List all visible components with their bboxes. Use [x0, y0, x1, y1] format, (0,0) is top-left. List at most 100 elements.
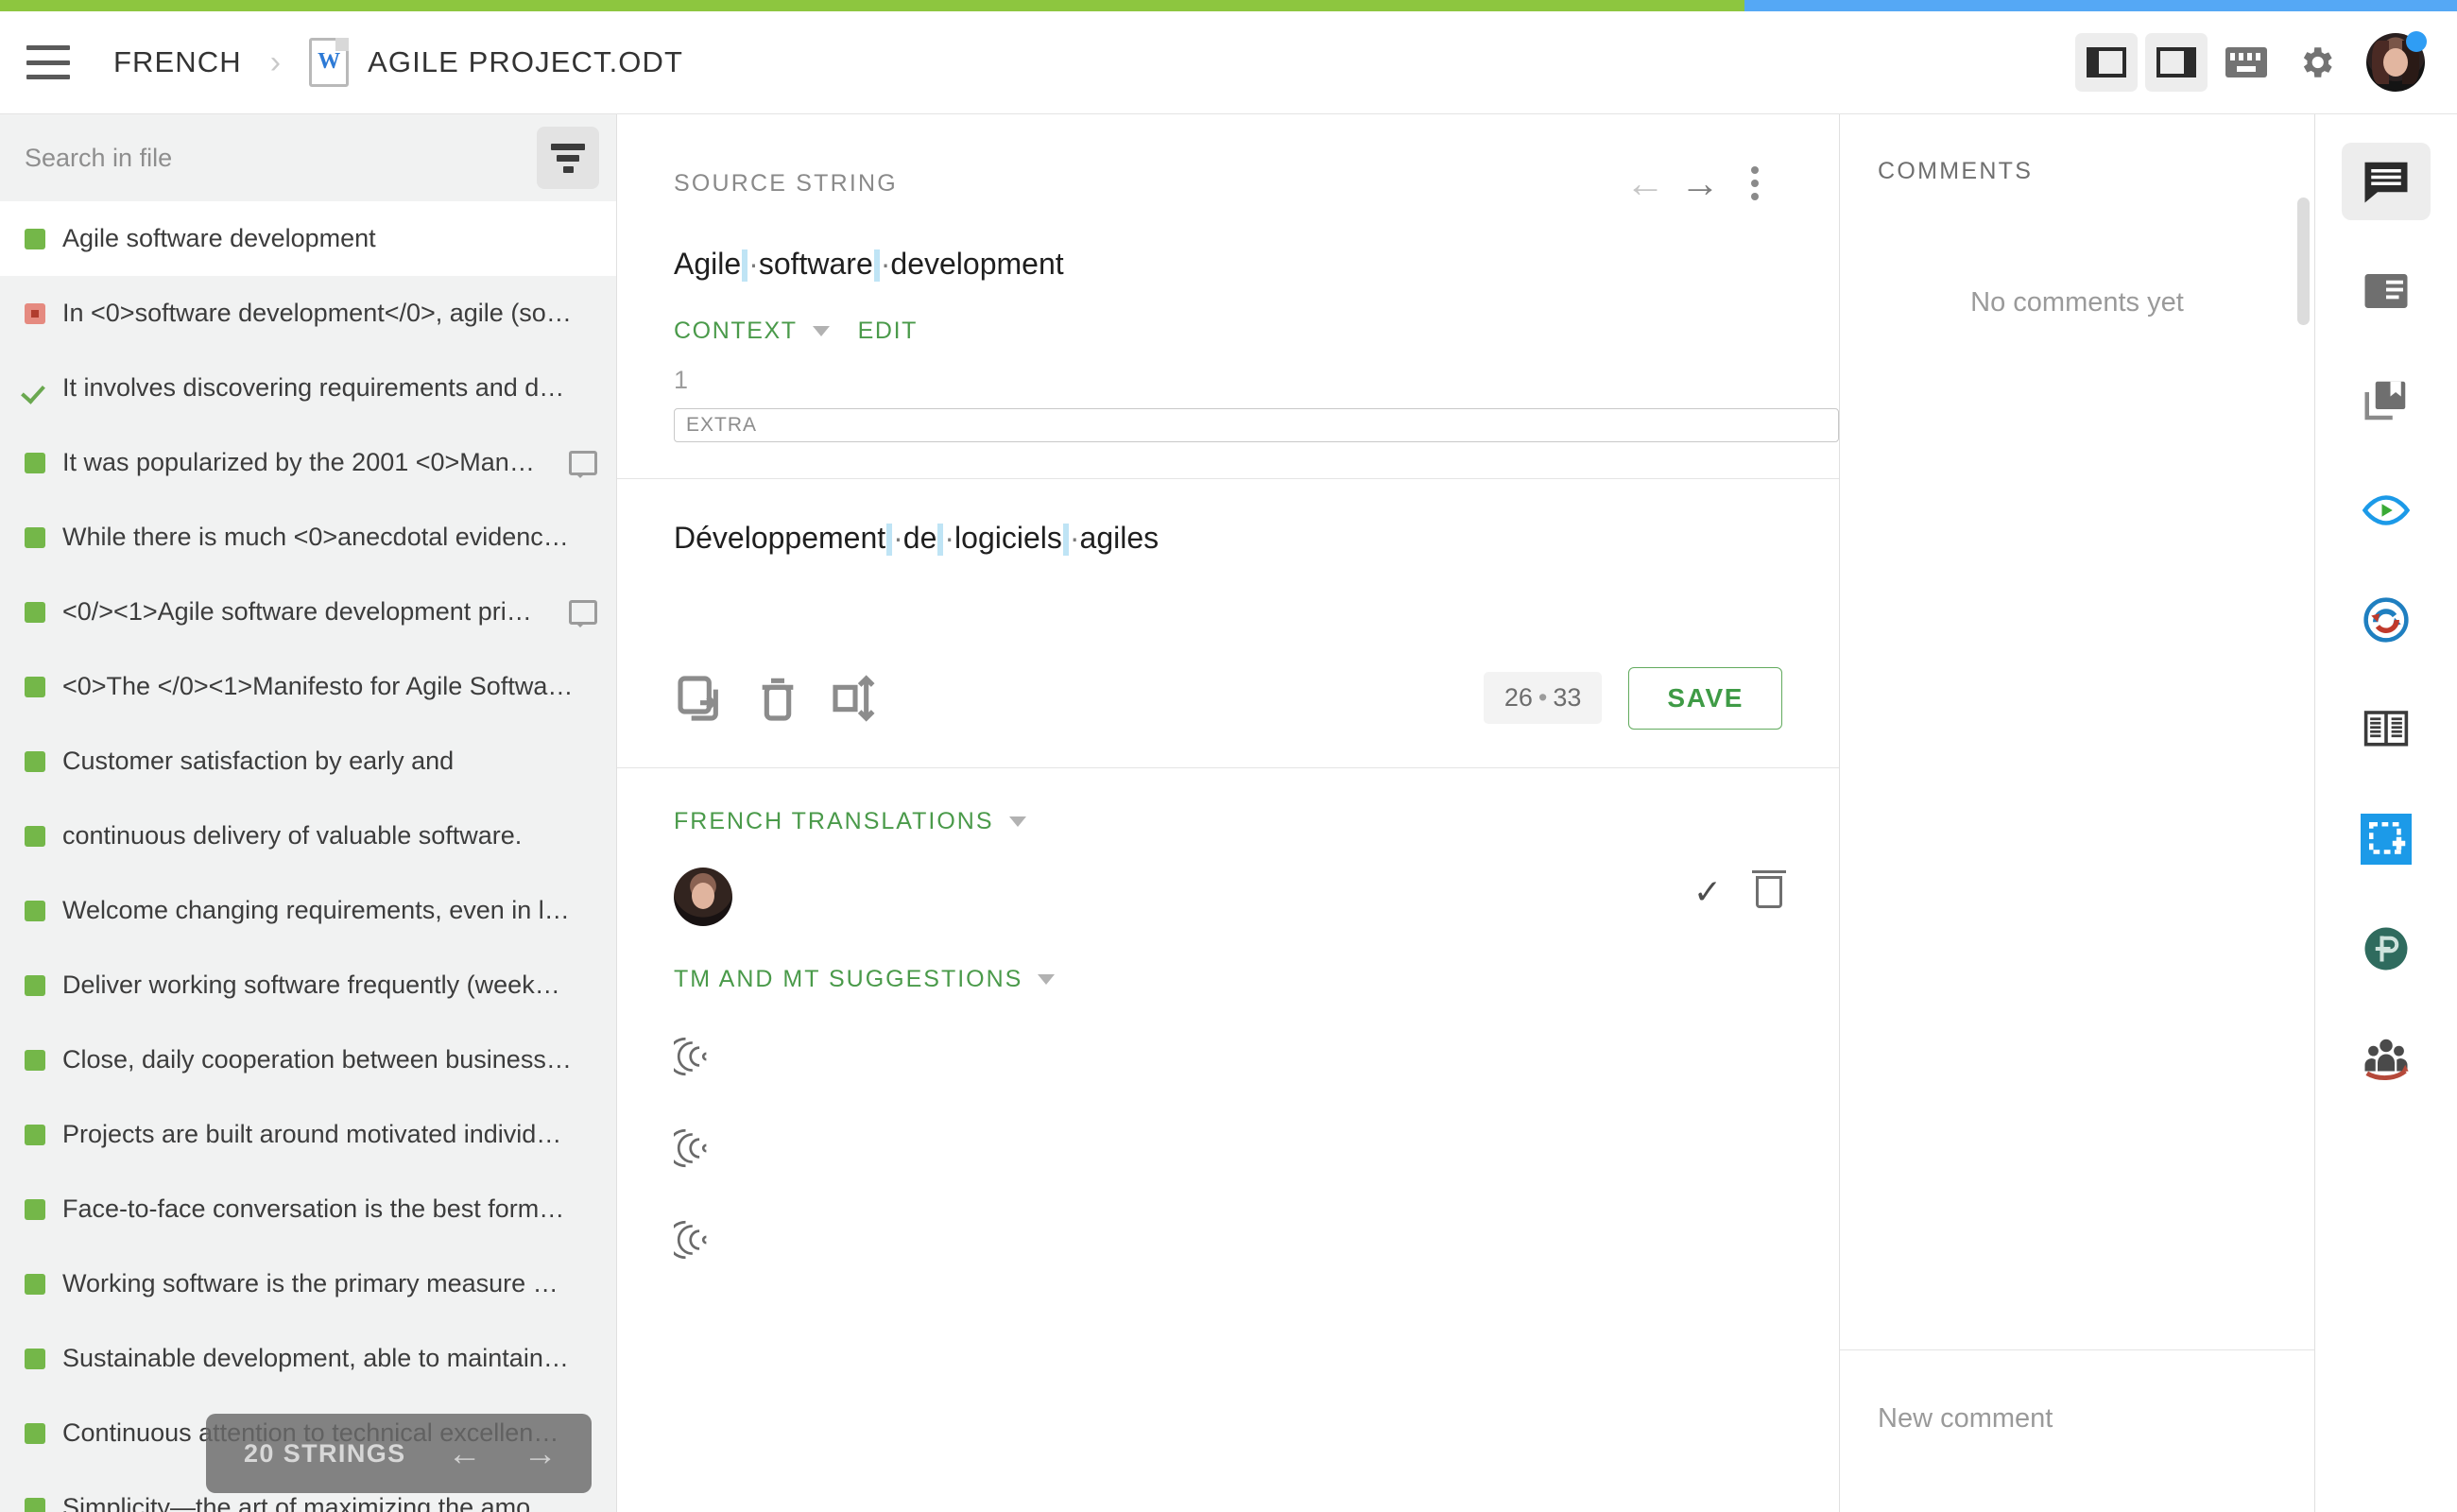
list-item[interactable]: While there is much <0>anecdotal evidenc…: [0, 500, 616, 575]
list-item[interactable]: Deliver working software frequently (wee…: [0, 948, 616, 1022]
comments-panel[interactable]: [2342, 143, 2431, 220]
new-comment-input[interactable]: [1878, 1403, 2277, 1435]
extra-badge: EXTRA: [674, 407, 1839, 442]
list-item[interactable]: Face-to-face conversation is the best fo…: [0, 1172, 616, 1246]
word: de: [902, 520, 937, 555]
save-button[interactable]: SAVE: [1628, 666, 1782, 730]
preview-panel[interactable]: [2342, 472, 2431, 549]
suggestions-section-label: TM AND MT SUGGESTIONS: [674, 965, 1023, 992]
translation-input-area[interactable]: Développement ·de ·logiciels ·agiles: [617, 479, 1839, 556]
glossary-icon: [2364, 381, 2406, 421]
settings-button[interactable]: [2285, 33, 2347, 92]
source-string-text: Agile ·software ·development: [617, 211, 1839, 285]
list-item[interactable]: Working software is the primary measure …: [0, 1246, 616, 1321]
sync-translate-icon: [2363, 597, 2409, 643]
list-item[interactable]: Sustainable development, able to maintai…: [0, 1321, 616, 1396]
list-item-label: Agile software development: [62, 224, 376, 252]
status-badge: [25, 302, 45, 324]
space-marker: [937, 523, 944, 556]
copy-source-icon[interactable]: [674, 672, 727, 725]
tm-icon-glyph: [666, 1037, 707, 1075]
chevron-down-icon[interactable]: [812, 325, 830, 336]
glossary-panel[interactable]: [2342, 362, 2431, 439]
list-item[interactable]: It involves discovering requirements and…: [0, 351, 616, 425]
translation-item[interactable]: ✓: [617, 835, 1839, 926]
context-row: CONTEXT EDIT: [617, 285, 1839, 345]
edit-context-button[interactable]: EDIT: [858, 318, 918, 345]
proofread-panel[interactable]: [2342, 910, 2431, 988]
list-item[interactable]: Welcome changing requirements, even in l…: [0, 873, 616, 948]
next-string-button[interactable]: →: [1673, 156, 1727, 211]
previous-string-button[interactable]: ←: [1618, 156, 1673, 211]
kebab-menu-icon: [1750, 166, 1760, 200]
list-item[interactable]: Projects are built around motivated indi…: [0, 1097, 616, 1172]
search-input[interactable]: [17, 129, 524, 187]
breadcrumb-language[interactable]: FRENCH: [113, 45, 242, 79]
check-icon[interactable]: ✓: [1693, 874, 1722, 909]
keyboard-icon: [2225, 47, 2267, 77]
list-item[interactable]: It was popularized by the 2001 <0>Man…: [0, 425, 616, 500]
suggestion-item[interactable]: [617, 1177, 1839, 1268]
string-list[interactable]: Agile software development In <0>software…: [0, 201, 616, 1512]
tm-icon-glyph: [666, 1128, 707, 1167]
comment-icon: [569, 599, 597, 627]
status-badge: [25, 1049, 45, 1071]
team-icon: [2364, 1039, 2409, 1081]
split-string-icon[interactable]: [829, 672, 882, 725]
avatar[interactable]: [2366, 31, 2427, 92]
string-options-button[interactable]: [1727, 156, 1782, 211]
suggestion-item[interactable]: [617, 993, 1839, 1085]
comments-scrollbar[interactable]: [2297, 198, 2310, 325]
left-panel-toggle[interactable]: [2075, 33, 2138, 92]
list-item[interactable]: Customer satisfaction by early and: [0, 724, 616, 799]
source-header: SOURCE STRING ← →: [617, 114, 1839, 211]
chevron-down-icon[interactable]: [1008, 816, 1026, 827]
source-string-label: SOURCE STRING: [674, 169, 898, 197]
suggestions-section-header: TM AND MT SUGGESTIONS: [617, 926, 1839, 993]
translations-section-label: FRENCH TRANSLATIONS: [674, 807, 994, 834]
panel-left-icon: [2087, 47, 2126, 77]
list-item[interactable]: Close, daily cooperation between busines…: [0, 1022, 616, 1097]
keyboard-shortcuts-button[interactable]: [2215, 33, 2277, 92]
terms-panel[interactable]: [2342, 252, 2431, 330]
translation-text[interactable]: Développement ·de ·logiciels ·agiles: [674, 521, 1782, 556]
list-item-label: Simplicity—the art of maximizing the amo…: [62, 1493, 557, 1512]
right-panel-toggle[interactable]: [2145, 33, 2208, 92]
team-panel[interactable]: [2342, 1020, 2431, 1097]
app-root: FRENCH › W AGILE PROJECT.ODT Search in f…: [0, 0, 2457, 1512]
breadcrumb-file[interactable]: AGILE PROJECT.ODT: [368, 45, 683, 79]
strings-count-pill: 20 STRINGS ← →: [206, 1414, 592, 1493]
word: software: [758, 247, 873, 281]
status-badge: [25, 228, 45, 249]
counter-separator: •: [1538, 683, 1548, 713]
list-item[interactable]: <0>The </0><1>Manifesto for Agile Softwa…: [0, 649, 616, 724]
filter-button[interactable]: [537, 127, 599, 189]
list-item[interactable]: continuous delivery of valuable software…: [0, 799, 616, 873]
space-marker: [742, 249, 748, 282]
clear-translation-icon[interactable]: [751, 672, 804, 725]
context-toggle[interactable]: CONTEXT: [674, 318, 798, 345]
trash-icon[interactable]: [1752, 869, 1786, 908]
dictionary-panel[interactable]: [2342, 691, 2431, 768]
suggestion-item[interactable]: [617, 1085, 1839, 1177]
list-item-label: Working software is the primary measure …: [62, 1269, 558, 1297]
hamburger-icon[interactable]: [26, 45, 70, 79]
screenshots-panel[interactable]: [2342, 800, 2431, 878]
list-item[interactable]: In <0>software development</0>, agile (s…: [0, 276, 616, 351]
context-number: 1: [674, 365, 689, 394]
space-marker: [1062, 523, 1069, 556]
next-page-button[interactable]: →: [524, 1436, 558, 1470]
prev-page-button[interactable]: ←: [448, 1436, 482, 1470]
list-item[interactable]: Agile software development: [0, 201, 616, 276]
translations-list: ✓: [617, 835, 1839, 926]
machine-translation-panel[interactable]: [2342, 581, 2431, 659]
chevron-down-icon[interactable]: [1038, 973, 1056, 985]
list-item-label: It involves discovering requirements and…: [62, 373, 565, 402]
list-item-label: Face-to-face conversation is the best fo…: [62, 1194, 565, 1223]
status-badge: [25, 452, 45, 473]
tm-icon: [666, 1212, 725, 1268]
list-item-label: Welcome changing requirements, even in l…: [62, 896, 570, 924]
list-item[interactable]: <0/><1>Agile software development pri…: [0, 575, 616, 649]
status-badge: [25, 1497, 45, 1512]
progress-translated-segment: [0, 0, 1744, 11]
